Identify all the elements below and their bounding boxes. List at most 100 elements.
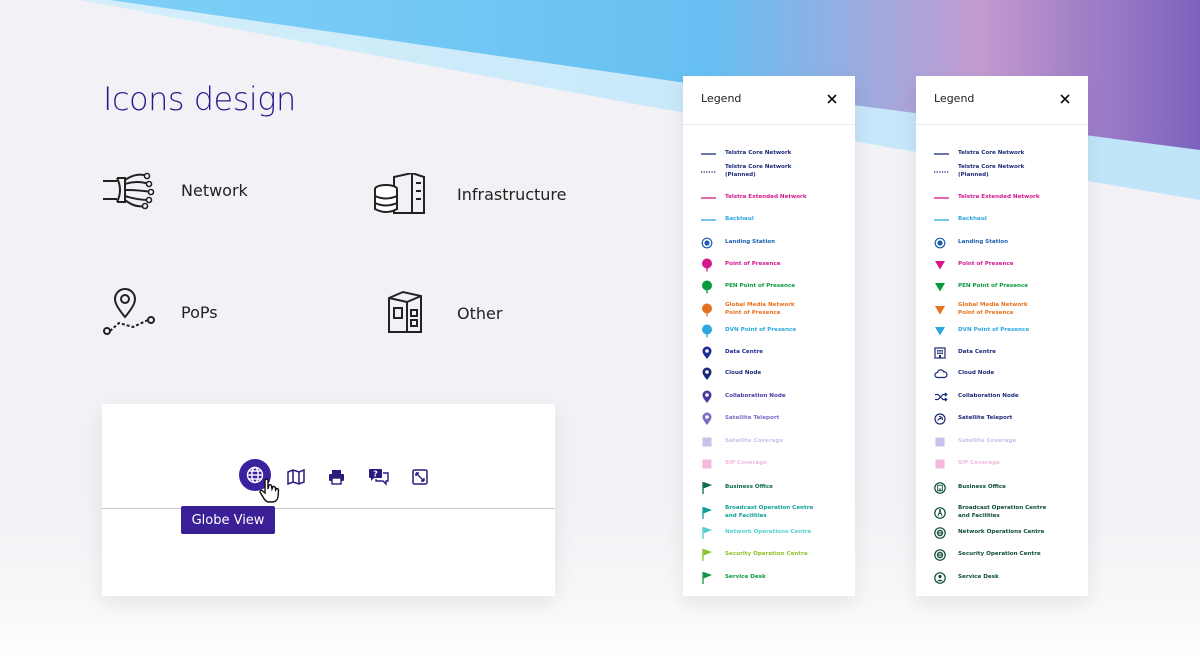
legend-item: Telstra Core Network xyxy=(701,147,851,161)
legend-title: Legend xyxy=(701,92,742,105)
page-title: Icons design xyxy=(103,80,296,118)
category-other: Other xyxy=(385,290,502,336)
legend-item: Telstra Core Network (Planned) xyxy=(934,164,1084,179)
legend-item: Telstra Extended Network xyxy=(701,191,851,205)
globe-view-tooltip: Globe View xyxy=(181,506,275,534)
print-button[interactable] xyxy=(323,464,349,490)
legend-item: Broadcast Operation Centre and Facilitie… xyxy=(701,505,851,520)
legend-item: Network Operations Centre xyxy=(701,526,851,540)
legend-item-label: Collaboration Node xyxy=(958,393,1019,400)
flag-icon xyxy=(701,571,719,585)
circle-building-icon xyxy=(934,481,952,495)
fullscreen-button[interactable] xyxy=(407,464,433,490)
legend-item: Backhaul xyxy=(701,213,851,227)
close-icon[interactable] xyxy=(827,94,837,104)
legend-item: Cloud Node xyxy=(934,367,1084,381)
solid-line-icon xyxy=(934,191,952,205)
triangle-icon xyxy=(934,303,952,317)
legend-item-label: Security Operation Centre xyxy=(725,551,808,558)
ring-dot-icon xyxy=(934,236,952,250)
legend-item-label: Service Desk xyxy=(725,574,766,581)
legend-header: Legend xyxy=(683,76,855,125)
legend-panel-right: Legend Telstra Core Network Telstra Core … xyxy=(916,76,1088,596)
legend-item: DVN Point of Presence xyxy=(701,324,851,338)
legend-header: Legend xyxy=(916,76,1088,125)
legend-item: Satellite Teleport xyxy=(701,412,851,426)
legend-item-label: PEN Point of Presence xyxy=(958,283,1029,290)
legend-item-label: Landing Station xyxy=(725,239,776,246)
svg-text:?: ? xyxy=(373,470,378,479)
legend-item-label: Data Centre xyxy=(725,349,763,356)
legend-item: Landing Station xyxy=(934,236,1084,250)
building-icon xyxy=(934,346,952,360)
legend-item-label: Telstra Core Network xyxy=(958,150,1025,157)
solid-line-icon xyxy=(701,191,719,205)
square-icon xyxy=(701,457,719,471)
legend-item-label: Business Office xyxy=(725,484,773,491)
legend-item: Backhaul xyxy=(934,213,1084,227)
legend-item: Satellite Coverage xyxy=(934,435,1084,449)
cloud-icon xyxy=(934,367,952,381)
category-label-network: Network xyxy=(181,180,248,200)
fullscreen-icon xyxy=(412,469,428,485)
legend-item-label: SIP Coverage xyxy=(725,460,767,467)
square-icon xyxy=(934,457,952,471)
category-network: Network xyxy=(103,170,248,210)
pin-icon xyxy=(701,324,719,338)
legend-item-label: PEN Point of Presence xyxy=(725,283,796,290)
legend-item: Broadcast Operation Centre and Facilitie… xyxy=(934,505,1084,520)
category-label-pops: PoPs xyxy=(181,302,218,322)
legend-item: Network Operations Centre xyxy=(934,526,1084,540)
square-icon xyxy=(934,435,952,449)
solid-line-icon xyxy=(701,213,719,227)
map-pin-icon xyxy=(701,367,719,381)
map-view-button[interactable] xyxy=(283,464,309,490)
legend-item-label: SIP Coverage xyxy=(958,460,1000,467)
flag-icon xyxy=(701,548,719,562)
legend-item-label: Cloud Node xyxy=(725,370,762,377)
legend-item: Telstra Core Network xyxy=(934,147,1084,161)
legend-item: Landing Station xyxy=(701,236,851,250)
help-chat-button[interactable]: ? xyxy=(365,464,391,490)
square-icon xyxy=(701,435,719,449)
shuffle-icon xyxy=(934,390,952,404)
fiber-network-icon xyxy=(103,172,155,210)
legend-item-label: Network Operations Centre xyxy=(725,529,812,536)
map-pin-icon xyxy=(701,390,719,404)
map-toolbar-card: ? Globe View xyxy=(102,404,555,596)
triangle-icon xyxy=(934,280,952,294)
legend-item: Satellite Teleport xyxy=(934,412,1084,426)
legend-item: Collaboration Node xyxy=(701,390,851,404)
legend-item-label: Landing Station xyxy=(958,239,1009,246)
cursor-hand-icon xyxy=(259,478,280,503)
legend-item: Telstra Core Network (Planned) xyxy=(701,164,851,179)
close-icon[interactable] xyxy=(1060,94,1070,104)
legend-item-label: Telstra Extended Network xyxy=(958,194,1040,201)
triangle-icon xyxy=(934,324,952,338)
legend-item-label: Satellite Coverage xyxy=(958,438,1017,445)
legend-item: Global Media Network Point of Presence xyxy=(934,302,1084,317)
legend-item-label: Security Operation Centre xyxy=(958,551,1041,558)
flag-icon xyxy=(701,526,719,540)
solid-line-icon xyxy=(934,147,952,161)
legend-item-label: Data Centre xyxy=(958,349,996,356)
pin-icon xyxy=(701,258,719,272)
category-pops: PoPs xyxy=(103,287,218,337)
solid-line-icon xyxy=(934,213,952,227)
solid-line-icon xyxy=(701,147,719,161)
legend-item-label: Telstra Core Network (Planned) xyxy=(958,164,1025,178)
flag-icon xyxy=(701,481,719,495)
legend-item: Data Centre xyxy=(934,346,1084,360)
circle-tower-icon xyxy=(934,506,952,520)
triangle-icon xyxy=(934,258,952,272)
category-infrastructure: Infrastructure xyxy=(374,173,566,215)
legend-item: Service Desk xyxy=(934,571,1084,585)
legend-title: Legend xyxy=(934,92,975,105)
dotted-line-icon xyxy=(934,165,952,179)
map-pin-icon xyxy=(701,346,719,360)
legend-item-label: Point of Presence xyxy=(958,261,1014,268)
legend-item-label: Satellite Teleport xyxy=(958,415,1013,422)
print-icon xyxy=(328,470,344,485)
location-pin-route-icon xyxy=(103,288,155,335)
circle-globe-icon xyxy=(934,526,952,540)
